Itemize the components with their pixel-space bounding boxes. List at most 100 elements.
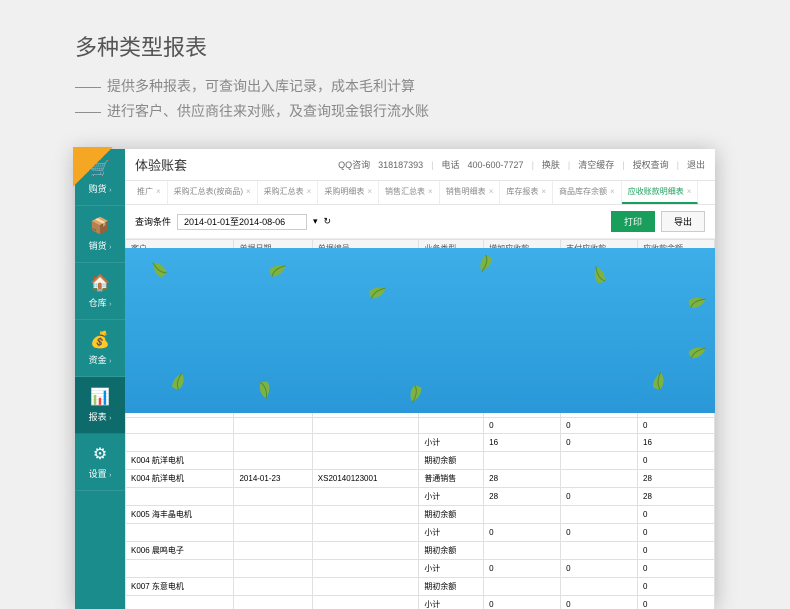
chevron-right-icon: › (109, 472, 111, 479)
table-row[interactable]: K006 晨鸣电子 期初余额 0 (126, 542, 715, 560)
table-cell (561, 506, 638, 524)
table-cell (484, 452, 561, 470)
table-cell: 0 (561, 560, 638, 578)
table-cell: 小计 (419, 560, 484, 578)
separator: | (622, 160, 624, 170)
sidebar-item-报表[interactable]: 📊报表 › (75, 377, 125, 434)
table-cell: 期初余额 (419, 506, 484, 524)
table-row[interactable]: 小计28028 (126, 488, 715, 506)
table-cell: 0 (561, 524, 638, 542)
sidebar-item-销货[interactable]: 📦销货 › (75, 206, 125, 263)
chevron-right-icon: › (109, 244, 111, 251)
table-cell (484, 506, 561, 524)
table-cell: 16 (638, 434, 715, 452)
table-cell: K004 航洋电机 (126, 470, 234, 488)
print-button[interactable]: 打印 (611, 211, 655, 232)
page-subtitle-1: 提供多种报表，可查询出入库记录，成本毛利计算 (75, 74, 715, 99)
chevron-right-icon: › (109, 301, 111, 308)
table-cell (126, 524, 234, 542)
auth-query-link[interactable]: 授权查询 (633, 158, 669, 171)
table-cell: 0 (561, 488, 638, 506)
tab-label: 销售汇总表 (385, 187, 425, 196)
close-icon[interactable]: × (610, 187, 615, 196)
table-cell: 0 (638, 542, 715, 560)
separator: | (677, 160, 679, 170)
sidebar-item-资金[interactable]: 💰资金 › (75, 320, 125, 377)
filter-bar: 查询条件 ▾ ↻ 打印 导出 (125, 205, 715, 239)
tab[interactable]: 商品库存余额× (553, 181, 622, 204)
tab[interactable]: 销售明细表× (440, 181, 501, 204)
close-icon[interactable]: × (367, 187, 372, 196)
sidebar-icon: 📊 (75, 387, 125, 407)
leaf-icon (680, 334, 713, 367)
close-icon[interactable]: × (307, 187, 312, 196)
table-cell (312, 542, 419, 560)
table-cell (234, 488, 312, 506)
date-range-input[interactable] (177, 214, 307, 230)
tab[interactable]: 采购汇总表× (258, 181, 319, 204)
leaf-icon (250, 373, 284, 407)
table-cell: 28 (638, 470, 715, 488)
table-cell: 16 (484, 434, 561, 452)
table-row[interactable]: K007 东意电机期初余额0 (126, 578, 715, 596)
tab[interactable]: 库存报表× (500, 181, 553, 204)
page-title: 多种类型报表 (75, 30, 715, 62)
table-cell (234, 578, 312, 596)
phone-value: 400-600-7727 (468, 160, 524, 170)
sidebar-label: 资金 (89, 355, 107, 365)
separator: | (532, 160, 534, 170)
sidebar-item-设置[interactable]: ⚙设置 › (75, 434, 125, 491)
tab[interactable]: 采购明细表× (318, 181, 379, 204)
table-cell: K006 晨鸣电子 (126, 542, 234, 560)
table-cell: 0 (638, 560, 715, 578)
table-row[interactable]: K004 航洋电机2014-01-23XS20140123001普通销售2828 (126, 470, 715, 488)
tab-label: 商品库存余额 (559, 187, 607, 196)
table-cell: 0 (561, 434, 638, 452)
table-row[interactable]: 小计000 (126, 560, 715, 578)
table-cell (312, 434, 419, 452)
table-row[interactable]: 小计16016 (126, 434, 715, 452)
table-row[interactable]: 小计000 (126, 596, 715, 609)
tab[interactable]: 应收账款明细表× (622, 181, 699, 204)
close-icon[interactable]: × (489, 187, 494, 196)
table-cell (561, 578, 638, 596)
table-row[interactable]: 000 (126, 418, 715, 434)
table-cell: 普通销售 (419, 470, 484, 488)
table-cell: K005 海丰晶电机 (126, 506, 234, 524)
skin-link[interactable]: 换肤 (542, 158, 560, 171)
qq-label: QQ咨询 (338, 158, 370, 171)
tab-label: 采购汇总表(按商品) (174, 187, 243, 196)
table-cell (126, 434, 234, 452)
leaf-icon (142, 256, 172, 286)
clear-cache-link[interactable]: 清空缓存 (578, 158, 614, 171)
table-cell: 0 (484, 596, 561, 609)
table-cell: 0 (638, 524, 715, 542)
separator: | (568, 160, 570, 170)
table-cell: 期初余额 (419, 542, 484, 560)
sidebar-icon: 🏠 (75, 273, 125, 293)
table-cell (234, 596, 312, 609)
filter-label: 查询条件 (135, 215, 171, 228)
tab[interactable]: 推广× (131, 181, 168, 204)
tab[interactable]: 采购汇总表(按商品)× (168, 181, 258, 204)
tab-label: 推广 (137, 187, 153, 196)
tab[interactable]: 销售汇总表× (379, 181, 440, 204)
close-icon[interactable]: × (156, 187, 161, 196)
table-cell (419, 418, 484, 434)
close-icon[interactable]: × (541, 187, 546, 196)
table-row[interactable]: 小计000 (126, 524, 715, 542)
tab-label: 采购明细表 (324, 187, 364, 196)
close-icon[interactable]: × (687, 187, 692, 196)
table-cell: 28 (638, 488, 715, 506)
close-icon[interactable]: × (246, 187, 251, 196)
dropdown-icon[interactable]: ▾ (313, 216, 318, 227)
topbar: 体验账套 QQ咨询 318187393 | 电话 400-600-7727 | … (125, 149, 715, 181)
export-button[interactable]: 导出 (661, 211, 705, 232)
table-cell: 0 (638, 452, 715, 470)
table-row[interactable]: K005 海丰晶电机期初余额0 (126, 506, 715, 524)
close-icon[interactable]: × (428, 187, 433, 196)
logout-link[interactable]: 退出 (687, 158, 705, 171)
refresh-icon[interactable]: ↻ (324, 216, 332, 227)
table-row[interactable]: K004 航洋电机期初余额0 (126, 452, 715, 470)
sidebar-item-仓库[interactable]: 🏠仓库 › (75, 263, 125, 320)
